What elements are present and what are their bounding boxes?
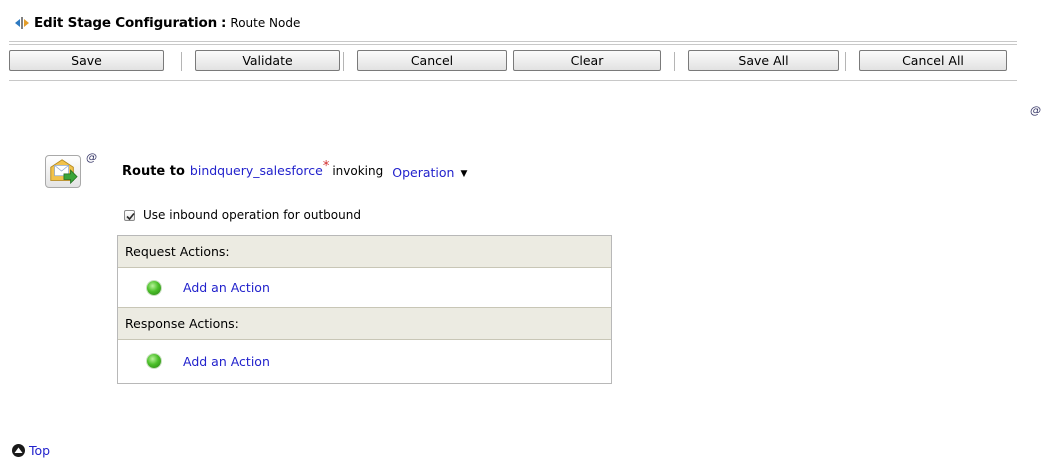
page-header: Edit Stage Configuration : Route Node [14, 13, 300, 33]
green-status-icon [147, 354, 161, 368]
response-actions-title: Response Actions: [125, 316, 239, 331]
back-to-top[interactable]: Top [12, 443, 50, 458]
toolbar-separator [674, 52, 675, 71]
toolbar-separator [845, 52, 846, 71]
green-status-icon [147, 280, 161, 295]
required-marker: * [322, 159, 330, 174]
cancel-all-button[interactable]: Cancel All [859, 50, 1007, 71]
route-definition: Route to bindquery_salesforce * invoking… [122, 159, 467, 180]
invoking-label: invoking [332, 164, 384, 178]
check-icon [126, 212, 135, 220]
clear-button[interactable]: Clear [513, 50, 661, 71]
operation-selector-link[interactable]: Operation [392, 165, 454, 180]
response-add-action-link[interactable]: Add an Action [183, 354, 270, 369]
actions-panel: Request Actions: Add an Action Response … [117, 235, 612, 384]
request-actions-header: Request Actions: [118, 236, 611, 268]
toolbar-divider [9, 80, 1017, 81]
header-divider-secondary [9, 44, 1017, 45]
route-target-service-link[interactable]: bindquery_salesforce [190, 163, 323, 178]
route-to-label: Route to [122, 164, 185, 179]
cancel-button[interactable]: Cancel [357, 50, 507, 71]
request-add-action-link[interactable]: Add an Action [183, 280, 270, 295]
response-actions-header: Response Actions: [118, 308, 611, 340]
node-annotation-marker[interactable]: @ [86, 151, 97, 164]
request-actions-title: Request Actions: [125, 244, 230, 259]
stage-node-icon [15, 17, 29, 29]
response-actions-row: Add an Action [118, 341, 611, 381]
top-link[interactable]: Top [29, 443, 50, 458]
page-annotation-marker[interactable]: @ [1030, 104, 1041, 117]
use-inbound-operation-label: Use inbound operation for outbound [143, 208, 361, 222]
toolbar-separator [343, 52, 344, 71]
route-node-icon [45, 155, 81, 188]
save-button[interactable]: Save [9, 50, 164, 71]
header-divider [9, 41, 1017, 42]
operation-dropdown-arrow-icon[interactable]: ▼ [460, 169, 467, 179]
title-separator: : [220, 15, 227, 31]
page-subtitle: Route Node [230, 16, 301, 30]
envelope-arrow-icon [50, 159, 78, 185]
use-inbound-operation-checkbox[interactable] [124, 209, 135, 221]
page-title: Edit Stage Configuration [34, 15, 217, 31]
toolbar-separator [181, 52, 182, 71]
up-arrow-circle-icon [12, 444, 25, 457]
save-all-button[interactable]: Save All [688, 50, 839, 71]
validate-button[interactable]: Validate [195, 50, 340, 71]
inbound-operation-option: Use inbound operation for outbound [124, 208, 361, 222]
request-actions-row: Add an Action [118, 268, 611, 308]
